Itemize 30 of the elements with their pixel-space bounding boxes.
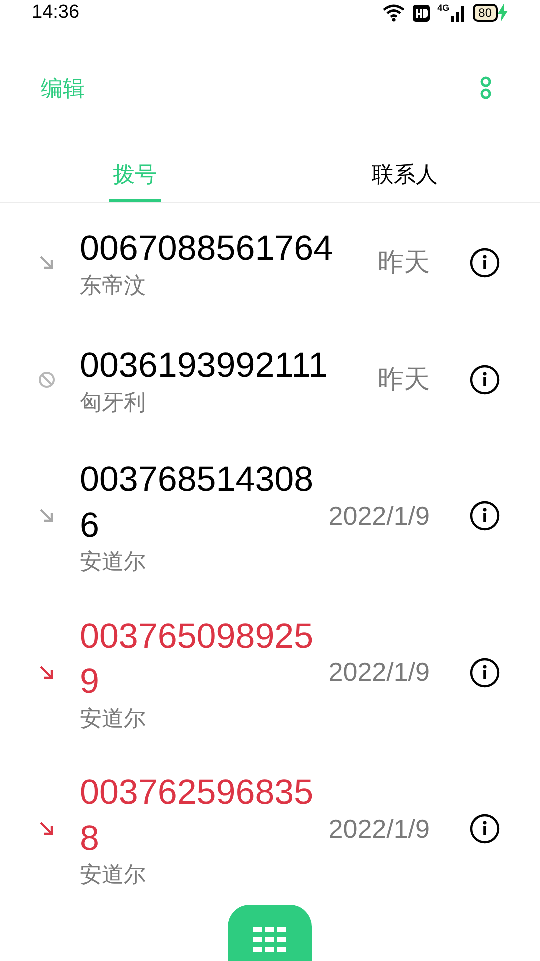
call-date: 2022/1/9 xyxy=(328,500,430,533)
contact-location: 安道尔 xyxy=(80,548,147,576)
network-label: 4G xyxy=(438,4,450,13)
contact-location: 东帝汶 xyxy=(80,272,147,299)
call-date: 2022/1/9 xyxy=(328,812,430,846)
tab[interactable]: 拨号 xyxy=(109,149,161,202)
call-date: 2022/1/9 xyxy=(328,656,430,690)
status-time: 14:36 xyxy=(32,0,80,25)
phone-number: 0037650989259 xyxy=(80,616,315,703)
info-icon[interactable] xyxy=(470,501,500,532)
tab[interactable]: 联系人 xyxy=(368,149,442,202)
phone-number: 0037685143086 xyxy=(80,459,315,546)
hd-icon xyxy=(412,4,430,22)
wifi-icon xyxy=(382,4,405,22)
battery-level: 80 xyxy=(472,4,498,22)
info-icon[interactable] xyxy=(470,248,500,278)
contact-location: 安道尔 xyxy=(80,861,147,888)
call-date: 昨天 xyxy=(378,246,430,279)
contact-location: 匈牙利 xyxy=(80,388,147,416)
info-icon[interactable] xyxy=(470,364,500,394)
edit-button[interactable]: 编辑 xyxy=(41,72,85,104)
contact-location: 安道尔 xyxy=(80,704,147,732)
phone-number: 0037625968358 xyxy=(80,772,315,860)
signal-icon xyxy=(450,4,465,22)
dialpad-icon xyxy=(253,927,287,953)
info-icon[interactable] xyxy=(470,814,500,844)
phone-number: 0067088561764 xyxy=(80,228,334,270)
info-icon[interactable] xyxy=(470,658,500,688)
phone-number: 0036193992111 xyxy=(80,345,329,387)
call-date: 昨天 xyxy=(378,363,430,396)
